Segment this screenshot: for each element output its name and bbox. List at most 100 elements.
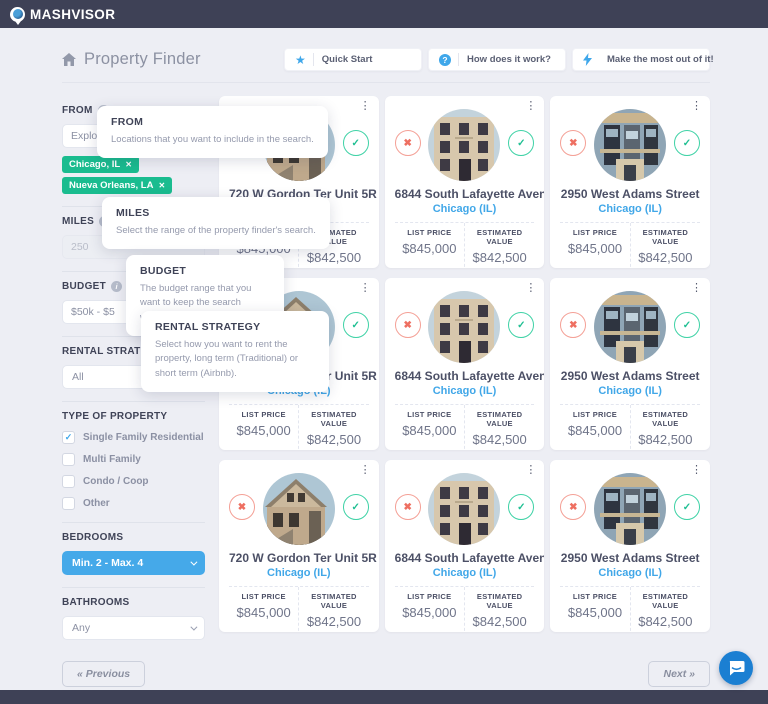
list-price-value: $845,000 bbox=[560, 605, 629, 620]
type-of-property-label: TYPE OF PROPERTY bbox=[62, 411, 167, 422]
miles-label: MILES bbox=[62, 216, 94, 227]
location-chip[interactable]: Nueva Orleans, LA ✕ bbox=[62, 177, 172, 194]
property-address[interactable]: 2950 West Adams Street bbox=[560, 369, 700, 383]
reject-property-button[interactable]: ✖ bbox=[560, 494, 586, 520]
estimated-value: $842,500 bbox=[465, 614, 534, 629]
estimated-value: $842,500 bbox=[631, 250, 700, 265]
property-city-link[interactable]: Chicago (IL) bbox=[395, 385, 535, 397]
property-city-link[interactable]: Chicago (IL) bbox=[229, 567, 369, 579]
property-card: ⋮ ✖ bbox=[385, 96, 545, 268]
card-menu-icon[interactable]: ⋮ bbox=[360, 101, 371, 112]
checkbox-condo-coop[interactable]: ✓ Condo / Coop bbox=[62, 475, 205, 488]
reject-property-button[interactable]: ✖ bbox=[395, 312, 421, 338]
bathrooms-value: Any bbox=[72, 622, 90, 634]
make-most-button[interactable]: Make the most out of it! bbox=[572, 48, 710, 71]
checkbox-icon: ✓ bbox=[62, 453, 75, 466]
checkbox-multi-family[interactable]: ✓ Multi Family bbox=[62, 453, 205, 466]
reject-property-button[interactable]: ✖ bbox=[229, 494, 255, 520]
estimated-value-label: ESTIMATED VALUE bbox=[465, 592, 534, 610]
quick-start-button[interactable]: ★ Quick Start bbox=[284, 48, 422, 71]
price-table: LIST PRICE $845,000 ESTIMATED VALUE $842… bbox=[560, 404, 700, 450]
from-label: FROM bbox=[62, 105, 93, 116]
property-card: ⋮ ✖ bbox=[385, 460, 545, 632]
mashvisor-logo[interactable]: MASHVISOR bbox=[10, 7, 115, 22]
estimated-value-label: ESTIMATED VALUE bbox=[631, 228, 700, 246]
accept-property-button[interactable]: ✓ bbox=[508, 312, 534, 338]
location-chip[interactable]: Chicago, IL ✕ bbox=[62, 156, 139, 173]
property-address[interactable]: 6844 South Lafayette Avenue bbox=[395, 187, 535, 201]
property-card: ⋮ ✖ bbox=[550, 96, 710, 268]
reject-property-button[interactable]: ✖ bbox=[395, 130, 421, 156]
checkbox-icon: ✓ bbox=[62, 475, 75, 488]
estimated-value: $842,500 bbox=[299, 614, 368, 629]
tooltip-title: RENTAL STRATEGY bbox=[155, 321, 315, 333]
reject-property-button[interactable]: ✖ bbox=[560, 312, 586, 338]
estimated-value-label: ESTIMATED VALUE bbox=[299, 592, 368, 610]
chat-launcher-button[interactable] bbox=[719, 651, 753, 685]
page-title: Property Finder bbox=[84, 50, 201, 69]
accept-property-button[interactable]: ✓ bbox=[674, 494, 700, 520]
property-card: ⋮ ✖ bbox=[550, 460, 710, 632]
accept-property-button[interactable]: ✓ bbox=[343, 312, 369, 338]
property-card: ⋮ ✖ bbox=[385, 278, 545, 450]
home-icon bbox=[62, 53, 76, 66]
accept-property-button[interactable]: ✓ bbox=[508, 494, 534, 520]
previous-button[interactable]: « Previous bbox=[62, 661, 145, 687]
card-menu-icon[interactable]: ⋮ bbox=[525, 465, 536, 476]
bedrooms-select[interactable]: Min. 2 - Max. 4 bbox=[62, 551, 205, 575]
reject-property-button[interactable]: ✖ bbox=[395, 494, 421, 520]
budget-info-icon[interactable]: i bbox=[111, 281, 122, 292]
estimated-value: $842,500 bbox=[631, 614, 700, 629]
property-city-link[interactable]: Chicago (IL) bbox=[395, 567, 535, 579]
rental-strategy-tooltip: RENTAL STRATEGY Select how you want to r… bbox=[141, 311, 329, 392]
card-menu-icon[interactable]: ⋮ bbox=[360, 465, 371, 476]
property-address[interactable]: 2950 West Adams Street bbox=[560, 187, 700, 201]
accept-property-button[interactable]: ✓ bbox=[674, 130, 700, 156]
estimated-value: $842,500 bbox=[299, 432, 368, 447]
property-city-link[interactable]: Chicago (IL) bbox=[560, 567, 700, 579]
price-table: LIST PRICE $845,000 ESTIMATED VALUE $842… bbox=[229, 586, 369, 632]
tooltip-title: FROM bbox=[111, 116, 314, 128]
property-address[interactable]: 2950 West Adams Street bbox=[560, 551, 700, 565]
accept-property-button[interactable]: ✓ bbox=[674, 312, 700, 338]
checkbox-single-family[interactable]: ✓ Single Family Residential bbox=[62, 431, 205, 444]
how-it-works-button[interactable]: ? How does it work? bbox=[428, 48, 566, 71]
checkbox-label: Other bbox=[83, 498, 110, 509]
property-address[interactable]: 720 W Gordon Ter Unit 5R bbox=[229, 551, 369, 565]
accept-property-button[interactable]: ✓ bbox=[343, 130, 369, 156]
footer-bar bbox=[0, 690, 768, 704]
chat-icon bbox=[728, 660, 745, 676]
accept-property-button[interactable]: ✓ bbox=[343, 494, 369, 520]
checkbox-other[interactable]: ✓ Other bbox=[62, 497, 205, 510]
property-city-link[interactable]: Chicago (IL) bbox=[560, 385, 700, 397]
property-photo bbox=[428, 291, 500, 363]
property-city-link[interactable]: Chicago (IL) bbox=[395, 203, 535, 215]
property-address[interactable]: 6844 South Lafayette Avenue bbox=[395, 551, 535, 565]
from-tooltip: FROM Locations that you want to include … bbox=[97, 106, 328, 158]
card-menu-icon[interactable]: ⋮ bbox=[691, 465, 702, 476]
list-price-label: LIST PRICE bbox=[229, 592, 298, 601]
card-menu-icon[interactable]: ⋮ bbox=[360, 283, 371, 294]
accept-property-button[interactable]: ✓ bbox=[508, 130, 534, 156]
card-menu-icon[interactable]: ⋮ bbox=[525, 283, 536, 294]
page-toolbar: Property Finder ★ Quick Start ? How does… bbox=[62, 48, 710, 83]
property-photo bbox=[428, 473, 500, 545]
card-menu-icon[interactable]: ⋮ bbox=[691, 101, 702, 112]
reject-property-button[interactable]: ✖ bbox=[560, 130, 586, 156]
bathrooms-select[interactable]: Any bbox=[62, 616, 205, 640]
chip-remove-icon[interactable]: ✕ bbox=[125, 160, 132, 169]
chip-remove-icon[interactable]: ✕ bbox=[158, 181, 165, 190]
property-city-link[interactable]: Chicago (IL) bbox=[560, 203, 700, 215]
property-photo bbox=[263, 473, 335, 545]
list-price-value: $845,000 bbox=[229, 605, 298, 620]
estimated-value: $842,500 bbox=[465, 250, 534, 265]
property-photo bbox=[594, 291, 666, 363]
mashvisor-pin-icon bbox=[10, 7, 25, 22]
miles-tooltip: MILES Select the range of the property f… bbox=[102, 197, 330, 249]
card-menu-icon[interactable]: ⋮ bbox=[691, 283, 702, 294]
next-button[interactable]: Next » bbox=[648, 661, 710, 687]
chevron-down-icon bbox=[190, 623, 197, 630]
property-address[interactable]: 6844 South Lafayette Avenue bbox=[395, 369, 535, 383]
card-menu-icon[interactable]: ⋮ bbox=[525, 101, 536, 112]
price-table: LIST PRICE $845,000 ESTIMATED VALUE $842… bbox=[560, 222, 700, 268]
